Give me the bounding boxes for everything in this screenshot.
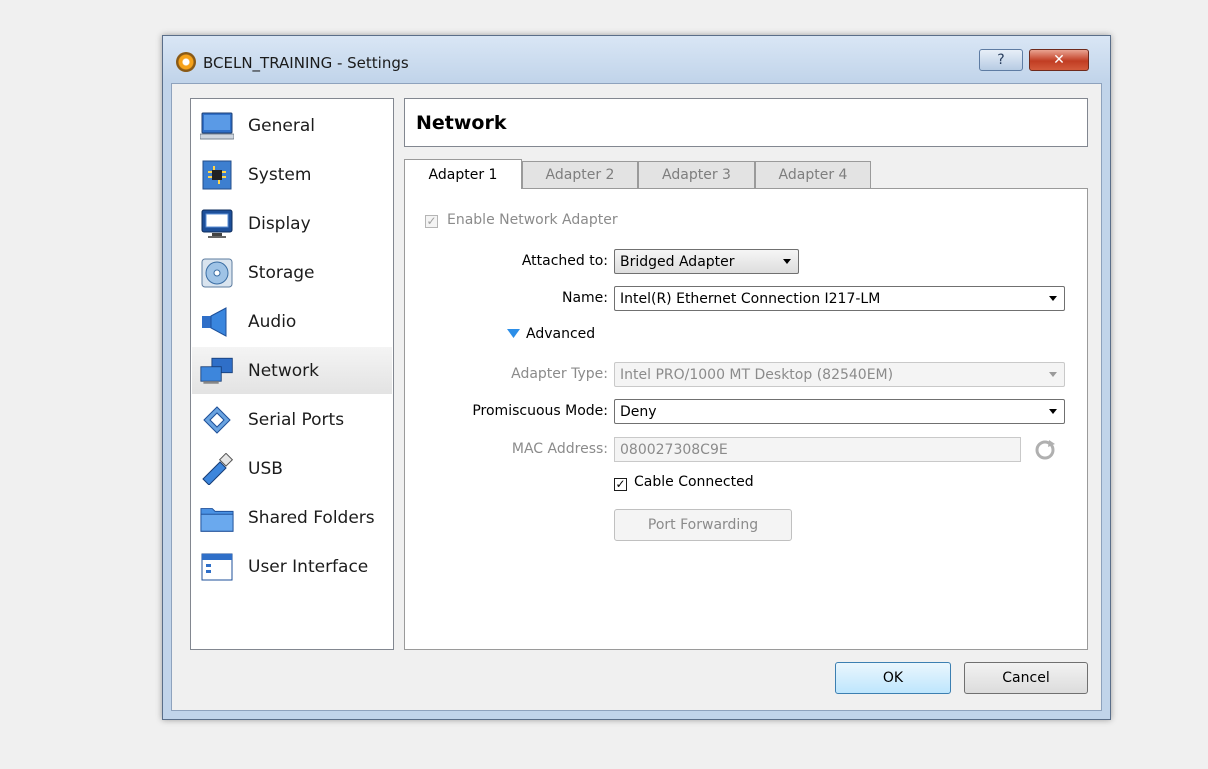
mac-address-label: MAC Address: [511, 441, 608, 457]
adapter-type-select[interactable]: Intel PRO/1000 MT Desktop (82540EM) [614, 362, 1065, 387]
chevron-down-icon [1049, 409, 1057, 414]
window-title: BCELN_TRAINING - Settings [203, 54, 409, 72]
adapter-type-value: Intel PRO/1000 MT Desktop (82540EM) [620, 366, 894, 383]
dialog-client-area: General System Display Storage Audio Net… [171, 83, 1102, 711]
title-bar[interactable]: BCELN_TRAINING - Settings ? ✕ [163, 36, 1110, 82]
cable-connected-label: Cable Connected [634, 474, 754, 490]
settings-window: BCELN_TRAINING - Settings ? ✕ General Sy… [162, 35, 1111, 720]
name-label: Name: [561, 290, 608, 306]
promiscuous-mode-value: Deny [620, 403, 657, 420]
chip-icon [200, 160, 234, 190]
ok-button[interactable]: OK [835, 662, 951, 694]
sidebar-item-general[interactable]: General [192, 102, 392, 149]
sidebar-item-usb[interactable]: USB [192, 445, 392, 492]
tab-adapter-1[interactable]: Adapter 1 [404, 159, 522, 189]
folder-icon [200, 503, 234, 533]
sidebar-item-storage[interactable]: Storage [192, 249, 392, 296]
sidebar-item-label: Network [248, 360, 319, 381]
settings-sidebar: General System Display Storage Audio Net… [190, 98, 394, 650]
page-title: Network [416, 112, 507, 134]
promiscuous-mode-label: Promiscuous Mode: [472, 403, 608, 419]
sidebar-item-shared-folders[interactable]: Shared Folders [192, 494, 392, 541]
advanced-label: Advanced [526, 326, 596, 342]
close-button[interactable]: ✕ [1029, 49, 1089, 71]
enable-adapter-label: Enable Network Adapter [447, 212, 618, 228]
sidebar-item-network[interactable]: Network [192, 347, 392, 394]
name-select[interactable]: Intel(R) Ethernet Connection I217-LM [614, 286, 1065, 311]
attached-to-value: Bridged Adapter [620, 253, 735, 270]
adapter-type-label: Adapter Type: [511, 366, 608, 382]
tab-adapter-4[interactable]: Adapter 4 [755, 161, 871, 188]
attached-to-label: Attached to: [521, 253, 608, 269]
sidebar-item-system[interactable]: System [192, 151, 392, 198]
mac-address-field[interactable]: 080027308C9E [614, 437, 1021, 462]
port-forwarding-button[interactable]: Port Forwarding [614, 509, 792, 541]
sidebar-item-label: User Interface [248, 556, 369, 577]
tab-adapter-3[interactable]: Adapter 3 [638, 161, 755, 188]
monitor-icon [200, 111, 234, 141]
sidebar-item-audio[interactable]: Audio [192, 298, 392, 345]
usb-icon [200, 452, 234, 485]
disk-icon [200, 258, 234, 288]
sidebar-item-display[interactable]: Display [192, 200, 392, 247]
sidebar-item-user-interface[interactable]: User Interface [192, 543, 392, 590]
serial-port-icon [200, 405, 234, 435]
tab-adapter-2[interactable]: Adapter 2 [522, 161, 638, 188]
sidebar-item-label: USB [248, 458, 283, 479]
cancel-button[interactable]: Cancel [964, 662, 1088, 694]
promiscuous-mode-select[interactable]: Deny [614, 399, 1065, 424]
sidebar-item-serial-ports[interactable]: Serial Ports [192, 396, 392, 443]
adapter-panel: ✓ Enable Network Adapter Attached to: Br… [404, 188, 1088, 650]
name-value: Intel(R) Ethernet Connection I217-LM [620, 290, 881, 307]
sidebar-item-label: General [248, 115, 315, 136]
help-button[interactable]: ? [979, 49, 1023, 71]
window-icon [200, 552, 234, 582]
network-icon [200, 356, 234, 386]
app-gear-icon [176, 52, 196, 72]
advanced-toggle[interactable]: Advanced [507, 326, 595, 342]
display-icon [200, 209, 234, 239]
sidebar-item-label: Storage [248, 262, 315, 283]
sidebar-item-label: Display [248, 213, 311, 234]
sidebar-item-label: Audio [248, 311, 297, 332]
sidebar-item-label: Shared Folders [248, 507, 375, 528]
refresh-mac-icon[interactable] [1034, 439, 1056, 465]
sidebar-item-label: System [248, 164, 312, 185]
chevron-down-icon [783, 259, 791, 264]
speaker-icon [200, 306, 234, 337]
adapter-tabs: Adapter 1 Adapter 2 Adapter 3 Adapter 4 [404, 159, 1104, 189]
chevron-down-icon [1049, 372, 1057, 377]
attached-to-select[interactable]: Bridged Adapter [614, 249, 799, 274]
enable-adapter-checkbox[interactable]: ✓ [425, 215, 438, 228]
chevron-down-icon [1049, 296, 1057, 301]
page-header: Network [404, 98, 1088, 147]
cable-connected-checkbox[interactable]: ✓ [614, 478, 627, 491]
sidebar-item-label: Serial Ports [248, 409, 345, 430]
expand-triangle-icon [507, 329, 520, 338]
